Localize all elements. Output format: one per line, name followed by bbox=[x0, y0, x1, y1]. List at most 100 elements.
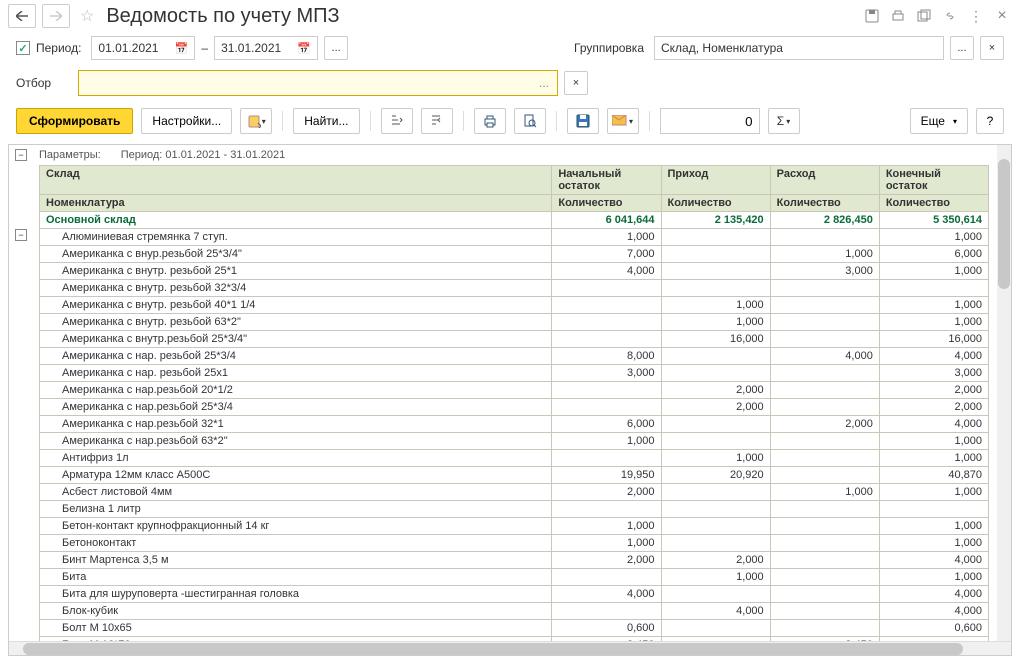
table-row[interactable]: Бетон-контакт крупнофракционный 14 кг1,0… bbox=[40, 518, 989, 535]
table-row[interactable]: Арматура 12мм класс А500С19,95020,92040,… bbox=[40, 467, 989, 484]
cell-prihod bbox=[661, 280, 770, 297]
expand-groups-button[interactable] bbox=[381, 108, 413, 134]
total-row[interactable]: Основной склад 6 041,644 2 135,420 2 826… bbox=[40, 212, 989, 229]
print-icon[interactable] bbox=[888, 6, 908, 26]
close-button[interactable]: × bbox=[992, 6, 1012, 26]
sum-button[interactable]: Σ▾ bbox=[768, 108, 800, 134]
report-table: Склад Начальный остаток Приход Расход Ко… bbox=[39, 165, 989, 654]
table-row[interactable]: Бита1,0001,000 bbox=[40, 569, 989, 586]
cell-name: Американка с внутр.резьбой 25*3/4" bbox=[40, 331, 552, 348]
help-button[interactable]: ? bbox=[976, 108, 1004, 134]
cell-prihod: 1,000 bbox=[661, 314, 770, 331]
table-row[interactable]: Американка с внутр.резьбой 25*3/4"16,000… bbox=[40, 331, 989, 348]
period-select-button[interactable]: ... bbox=[324, 36, 348, 60]
grouping-value: Склад, Номенклатура bbox=[661, 41, 783, 55]
total-kon: 5 350,614 bbox=[879, 212, 988, 229]
table-row[interactable]: Бетоноконтакт1,0001,000 bbox=[40, 535, 989, 552]
period-from-value: 01.01.2021 bbox=[98, 41, 158, 55]
cell-name: Американка с нар.резьбой 32*1 bbox=[40, 416, 552, 433]
save-icon[interactable] bbox=[862, 6, 882, 26]
forward-button[interactable] bbox=[42, 4, 70, 28]
tree-collapse-row[interactable]: − bbox=[15, 229, 27, 241]
more-button[interactable]: Еще▾ bbox=[910, 108, 968, 134]
filter-select-button[interactable]: ... bbox=[535, 76, 553, 90]
cell-kon: 1,000 bbox=[879, 450, 988, 467]
grouping-select-button[interactable]: ... bbox=[950, 36, 974, 60]
grouping-clear-button[interactable]: × bbox=[980, 36, 1004, 60]
col-qty: Количество bbox=[770, 195, 879, 212]
table-row[interactable]: Американка с внур.резьбой 25*3/4"7,0001,… bbox=[40, 246, 989, 263]
tree-collapse-top[interactable]: − bbox=[15, 149, 27, 161]
email-button[interactable]: ▾ bbox=[607, 108, 639, 134]
table-row[interactable]: Алюминиевая стремянка 7 ступ.1,0001,000 bbox=[40, 229, 989, 246]
new-window-icon[interactable] bbox=[914, 6, 934, 26]
cell-nach: 7,000 bbox=[552, 246, 661, 263]
table-row[interactable]: Американка с нар.резьбой 25*3/42,0002,00… bbox=[40, 399, 989, 416]
cell-rashod bbox=[770, 501, 879, 518]
calendar-icon[interactable]: 📅 bbox=[297, 42, 311, 55]
preview-button[interactable] bbox=[514, 108, 546, 134]
table-row[interactable]: Американка с внутр. резьбой 32*3/4 bbox=[40, 280, 989, 297]
table-row[interactable]: Блок-кубик4,0004,000 bbox=[40, 603, 989, 620]
cell-rashod: 2,000 bbox=[770, 416, 879, 433]
save-report-button[interactable] bbox=[567, 108, 599, 134]
form-button[interactable]: Сформировать bbox=[16, 108, 133, 134]
cell-kon: 4,000 bbox=[879, 416, 988, 433]
star-icon[interactable]: ☆ bbox=[80, 6, 94, 26]
cell-prihod: 2,000 bbox=[661, 399, 770, 416]
table-row[interactable]: Американка с нар.резьбой 32*16,0002,0004… bbox=[40, 416, 989, 433]
table-row[interactable]: Белизна 1 литр bbox=[40, 501, 989, 518]
paste-button[interactable]: ▾ bbox=[240, 108, 272, 134]
cell-rashod bbox=[770, 365, 879, 382]
cell-name: Американка с внутр. резьбой 32*3/4 bbox=[40, 280, 552, 297]
table-row[interactable]: Асбест листовой 4мм2,0001,0001,000 bbox=[40, 484, 989, 501]
cell-name: Антифриз 1л bbox=[40, 450, 552, 467]
cell-prihod bbox=[661, 620, 770, 637]
collapse-groups-button[interactable] bbox=[421, 108, 453, 134]
table-row[interactable]: Американка с нар.резьбой 63*2"1,0001,000 bbox=[40, 433, 989, 450]
settings-button[interactable]: Настройки... bbox=[141, 108, 232, 134]
table-row[interactable]: Американка с внутр. резьбой 25*14,0003,0… bbox=[40, 263, 989, 280]
cell-kon: 4,000 bbox=[879, 348, 988, 365]
filter-clear-button[interactable]: × bbox=[564, 71, 588, 95]
table-row[interactable]: Американка с внутр. резьбой 63*2"1,0001,… bbox=[40, 314, 989, 331]
grouping-input[interactable]: Склад, Номенклатура bbox=[654, 36, 944, 60]
number-input[interactable] bbox=[660, 108, 760, 134]
period-from-input[interactable]: 01.01.2021 📅 bbox=[91, 36, 195, 60]
table-row[interactable]: Бита для шуруповерта -шестигранная голов… bbox=[40, 586, 989, 603]
cell-prihod bbox=[661, 484, 770, 501]
vertical-scrollbar[interactable] bbox=[997, 145, 1011, 641]
cell-kon: 6,000 bbox=[879, 246, 988, 263]
link-icon[interactable] bbox=[940, 6, 960, 26]
cell-prihod bbox=[661, 263, 770, 280]
cell-kon: 0,600 bbox=[879, 620, 988, 637]
cell-nach bbox=[552, 280, 661, 297]
cell-prihod bbox=[661, 518, 770, 535]
cell-nach: 19,950 bbox=[552, 467, 661, 484]
horizontal-scrollbar[interactable] bbox=[9, 641, 1011, 655]
cell-kon: 2,000 bbox=[879, 399, 988, 416]
cell-nach bbox=[552, 450, 661, 467]
filter-input[interactable] bbox=[83, 76, 535, 90]
back-button[interactable] bbox=[8, 4, 36, 28]
table-row[interactable]: Американка с внутр. резьбой 40*1 1/41,00… bbox=[40, 297, 989, 314]
more-icon[interactable]: ⋮ bbox=[966, 6, 986, 26]
cell-nach: 4,000 bbox=[552, 586, 661, 603]
print-button[interactable] bbox=[474, 108, 506, 134]
calendar-icon[interactable]: 📅 bbox=[175, 42, 189, 55]
period-checkbox[interactable]: ✓ bbox=[16, 41, 30, 55]
table-row[interactable]: Американка с нар. резьбой 25*3/48,0004,0… bbox=[40, 348, 989, 365]
period-to-input[interactable]: 31.01.2021 📅 bbox=[214, 36, 318, 60]
cell-prihod: 4,000 bbox=[661, 603, 770, 620]
find-button[interactable]: Найти... bbox=[293, 108, 359, 134]
table-row[interactable]: Американка с нар.резьбой 20*1/22,0002,00… bbox=[40, 382, 989, 399]
cell-rashod bbox=[770, 331, 879, 348]
cell-nach: 2,000 bbox=[552, 552, 661, 569]
table-row[interactable]: Бинт Мартенса 3,5 м2,0002,0004,000 bbox=[40, 552, 989, 569]
cell-name: Бетон-контакт крупнофракционный 14 кг bbox=[40, 518, 552, 535]
cell-nach: 1,000 bbox=[552, 518, 661, 535]
table-row[interactable]: Антифриз 1л1,0001,000 bbox=[40, 450, 989, 467]
table-row[interactable]: Болт М 10х650,6000,600 bbox=[40, 620, 989, 637]
page-title: Ведомость по учету МПЗ bbox=[106, 5, 856, 28]
table-row[interactable]: Американка с нар. резьбой 25х13,0003,000 bbox=[40, 365, 989, 382]
